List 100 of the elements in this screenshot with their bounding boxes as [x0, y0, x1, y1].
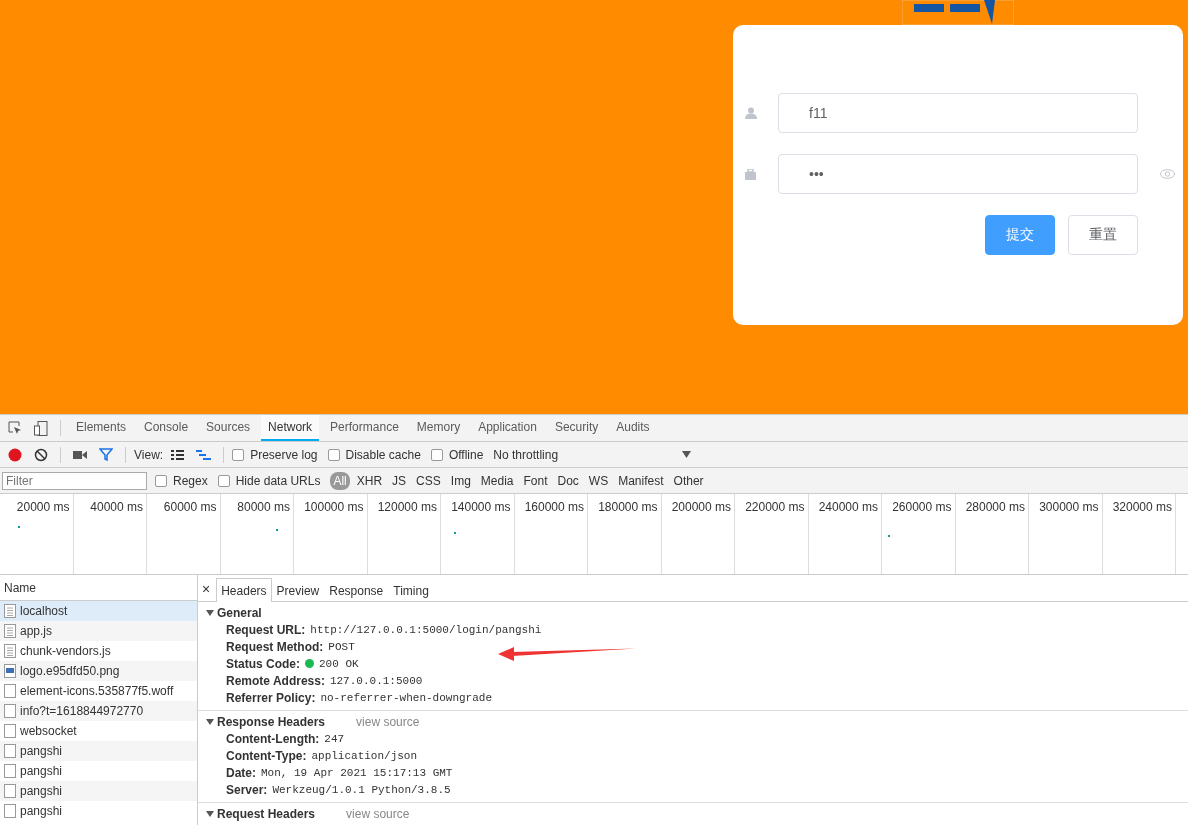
header-value: Werkzeug/1.0.1 Python/3.8.5	[272, 783, 451, 796]
filter-field[interactable]: Filter	[2, 471, 147, 490]
disclosure-triangle-icon[interactable]	[206, 810, 214, 818]
image-file-icon	[4, 664, 16, 678]
file-icon	[4, 804, 16, 818]
header-name: Request Method:	[226, 639, 324, 654]
devtools-tab[interactable]: Memory	[409, 415, 468, 441]
header-value: 127.0.0.1:5000	[329, 674, 423, 687]
type-filter[interactable]: CSS	[413, 471, 444, 490]
request-name: pangshi	[20, 784, 63, 798]
timeline-tick: 200000 ms	[671, 500, 731, 514]
checkbox[interactable]: Offline	[430, 447, 484, 462]
close-button[interactable]: ×	[202, 581, 217, 601]
details-tab[interactable]: Timing	[388, 578, 434, 602]
file-icon	[4, 784, 16, 798]
request-row[interactable]: localhost	[0, 601, 197, 621]
request-name: app.js	[20, 624, 53, 638]
timeline-tick: 40000 ms	[90, 500, 143, 514]
device-icon[interactable]	[34, 420, 48, 436]
request-name: logo.e95dfd50.png	[20, 664, 120, 678]
username-field[interactable]: f11	[778, 93, 1138, 133]
timeline-tick: 160000 ms	[524, 500, 584, 514]
password-field[interactable]: •••	[778, 154, 1138, 194]
request-mark	[276, 529, 278, 531]
checkbox[interactable]: Disable cache	[327, 447, 421, 462]
header-name: Date:	[226, 765, 256, 780]
record-icon[interactable]	[8, 447, 22, 462]
devtools-tab[interactable]: Audits	[609, 415, 657, 441]
devtools-tab[interactable]: Application	[471, 415, 544, 441]
throttling-select[interactable]: No throttling	[493, 447, 559, 462]
type-filter[interactable]: Doc	[554, 471, 582, 490]
type-filter[interactable]: JS	[389, 471, 410, 490]
details-tab[interactable]: Response	[324, 578, 389, 602]
type-filter[interactable]: Manifest	[615, 471, 667, 490]
user-icon	[745, 107, 757, 119]
header-value: application/json	[311, 749, 418, 762]
header-name: Request URL:	[226, 622, 306, 637]
timeline-tick: 320000 ms	[1112, 500, 1172, 514]
section-title[interactable]: Response Headers	[217, 715, 326, 729]
reset-button[interactable]: 重置	[1068, 215, 1138, 255]
dropdown-caret-icon[interactable]	[682, 451, 692, 458]
timeline-tick: 60000 ms	[163, 500, 217, 514]
header-value: Mon, 19 Apr 2021 15:17:13 GMT	[261, 766, 453, 779]
file-icon	[4, 724, 16, 738]
request-row[interactable]: logo.e95dfd50.png	[0, 661, 197, 681]
view-source-link[interactable]: view source	[346, 807, 410, 821]
header-value: POST	[328, 640, 355, 653]
camera-icon[interactable]	[73, 449, 87, 460]
file-icon	[4, 744, 16, 758]
request-row[interactable]: pangshi	[0, 741, 197, 761]
devtools-tab[interactable]: Console	[137, 415, 196, 441]
timeline-tick: 220000 ms	[745, 500, 805, 514]
type-filter[interactable]: Img	[447, 471, 474, 490]
timeline-tick: 240000 ms	[818, 500, 878, 514]
devtools-tab[interactable]: Elements	[69, 415, 134, 441]
view-source-link[interactable]: view source	[356, 715, 420, 729]
request-row[interactable]: app.js	[0, 621, 197, 641]
header-name: Server:	[226, 782, 268, 797]
details-tab[interactable]: Preview	[271, 578, 325, 602]
type-filter[interactable]: WS	[585, 471, 612, 490]
document-icon	[4, 644, 16, 658]
checkbox[interactable]: Hide data URLs	[217, 473, 321, 488]
disclosure-triangle-icon[interactable]	[206, 609, 214, 617]
header-value: http://127.0.0.1:5000/login/pangshi	[310, 623, 542, 636]
checkbox[interactable]: Preserve log	[232, 447, 318, 462]
type-filter[interactable]: XHR	[353, 471, 386, 490]
devtools-tab[interactable]: Security	[547, 415, 606, 441]
request-row[interactable]: pangshi	[0, 781, 197, 801]
request-name: localhost	[20, 604, 68, 618]
disclosure-triangle-icon[interactable]	[206, 718, 214, 726]
request-row[interactable]: info?t=1618844972770	[0, 701, 197, 721]
checkbox[interactable]: Regex	[155, 473, 208, 488]
timeline-tick: 180000 ms	[598, 500, 658, 514]
devtools-tab[interactable]: Sources	[199, 415, 258, 441]
type-filter[interactable]: Media	[477, 471, 517, 490]
waterfall-icon[interactable]	[196, 449, 212, 460]
timeline-tick: 120000 ms	[377, 500, 437, 514]
file-icon	[4, 764, 16, 778]
timeline-tick: 100000 ms	[304, 500, 364, 514]
header-name: Status Code:	[226, 656, 300, 671]
inspect-icon[interactable]	[8, 421, 22, 435]
request-name: element-icons.535877f5.woff	[20, 684, 174, 698]
document-icon	[4, 604, 16, 618]
type-filter[interactable]: Other	[670, 471, 707, 490]
timeline-tick: 300000 ms	[1039, 500, 1099, 514]
type-filter[interactable]: Font	[520, 471, 551, 490]
file-icon	[4, 704, 16, 718]
request-name: info?t=1618844972770	[20, 704, 144, 718]
section-title[interactable]: Request Headers	[217, 807, 316, 821]
timeline-tick: 140000 ms	[451, 500, 511, 514]
request-name: chunk-vendors.js	[20, 644, 111, 658]
header-name: Referrer Policy:	[226, 690, 316, 705]
devtools-tab[interactable]: Performance	[323, 415, 406, 441]
section-title[interactable]: General	[217, 606, 262, 620]
devtools-tab[interactable]: Network	[261, 415, 320, 441]
clear-icon[interactable]	[34, 447, 48, 462]
document-icon	[4, 624, 16, 638]
details-tab[interactable]: Headers	[216, 578, 272, 602]
filter-icon[interactable]	[99, 448, 113, 461]
list-icon[interactable]	[171, 449, 185, 460]
